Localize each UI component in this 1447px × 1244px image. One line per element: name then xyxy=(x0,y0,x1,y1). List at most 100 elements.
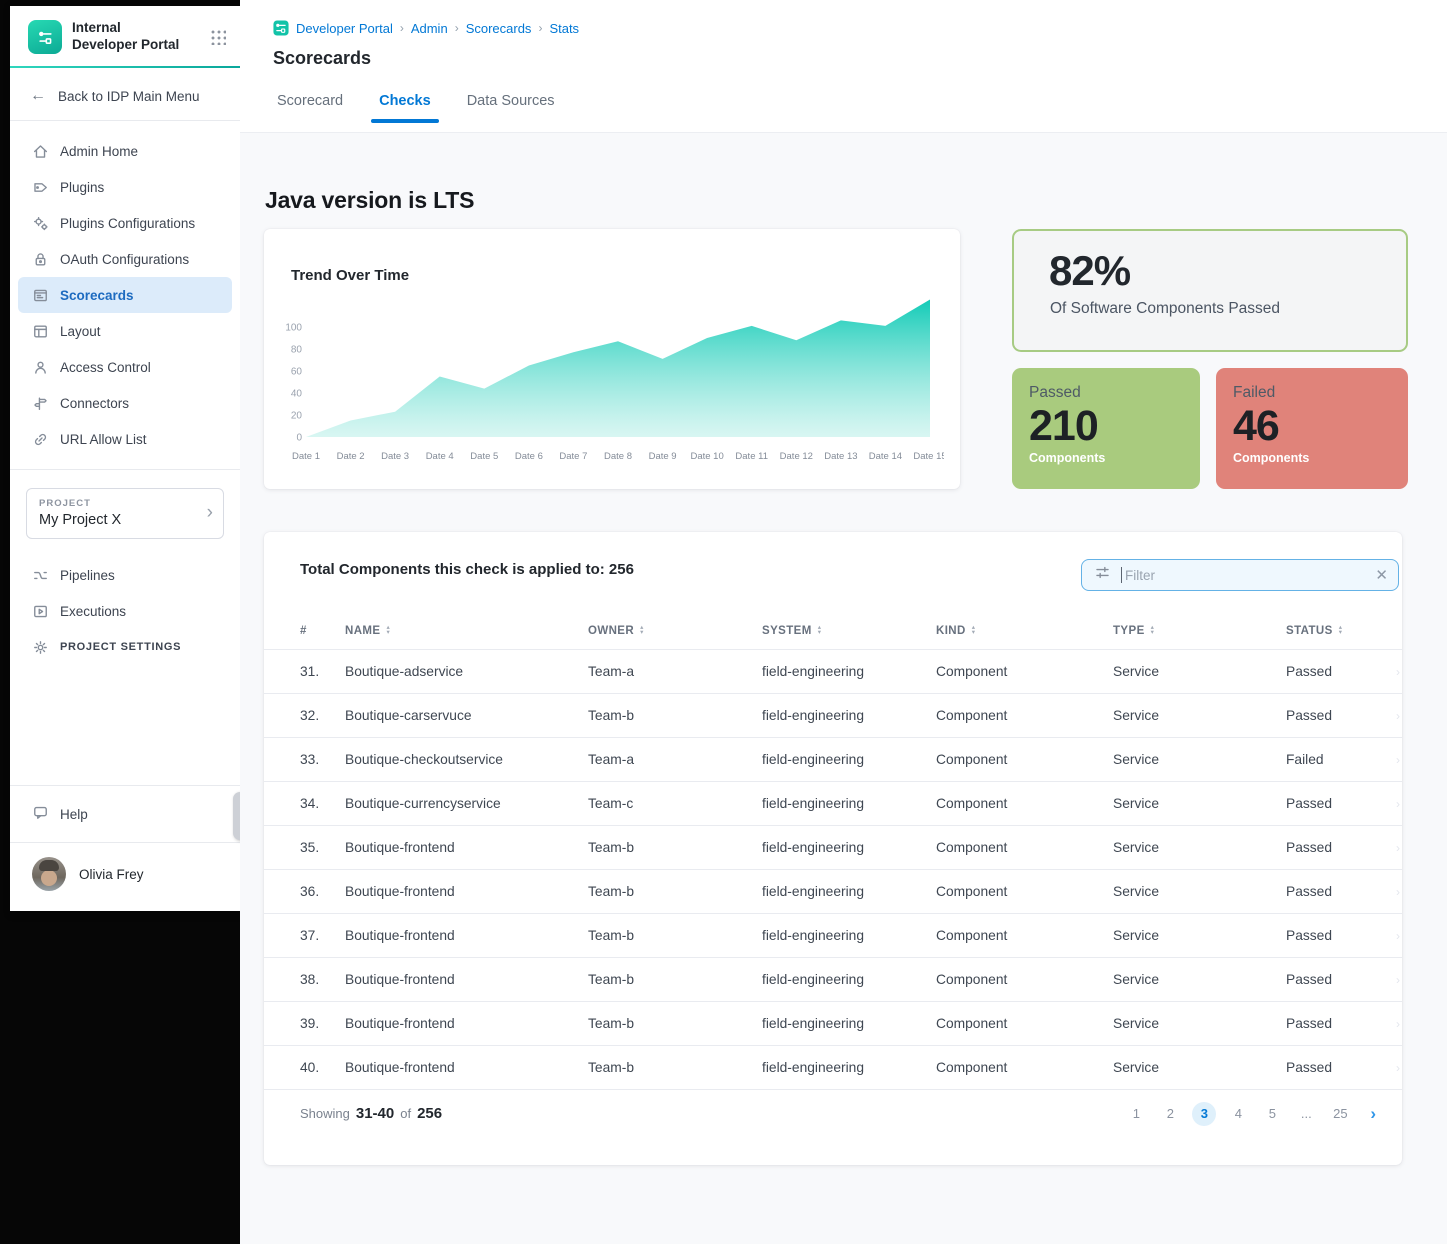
gears-icon xyxy=(32,215,49,232)
table-row[interactable]: 40.Boutique-frontendTeam-bfield-engineer… xyxy=(264,1045,1402,1089)
sidebar-item-connectors[interactable]: Connectors xyxy=(18,385,232,421)
sidebar-item-pipelines[interactable]: Pipelines xyxy=(18,557,232,593)
lock-icon xyxy=(32,251,49,268)
sidebar-item-plugins[interactable]: Plugins xyxy=(18,169,232,205)
arrow-left-icon: ← xyxy=(30,88,46,104)
chevron-right-icon[interactable]: › xyxy=(1370,1104,1376,1124)
filter-input[interactable] xyxy=(1121,567,1365,583)
passed-card: Passed 210 Components xyxy=(1012,368,1200,489)
sidebar-item-plugins-configurations[interactable]: Plugins Configurations xyxy=(18,205,232,241)
sort-icon[interactable]: ▴▾ xyxy=(972,626,976,635)
sidebar-item-project-settings[interactable]: PROJECT SETTINGS xyxy=(18,629,232,665)
sidebar-item-label: Access Control xyxy=(60,360,151,375)
table-row[interactable]: 35.Boutique-frontendTeam-bfield-engineer… xyxy=(264,825,1402,869)
help-button[interactable]: Help xyxy=(10,786,240,842)
sidebar-item-scorecards[interactable]: Scorecards xyxy=(18,277,232,313)
tab-data-sources[interactable]: Data Sources xyxy=(467,93,555,123)
page-2[interactable]: 2 xyxy=(1158,1102,1182,1126)
sidebar-item-access-control[interactable]: Access Control xyxy=(18,349,232,385)
cell-system: field-engineering xyxy=(762,708,936,723)
chevron-right-icon: › xyxy=(1396,709,1400,723)
back-to-main-menu[interactable]: ← Back to IDP Main Menu xyxy=(10,68,240,120)
cell-kind: Component xyxy=(936,972,1113,987)
percent-passed-card: 82% Of Software Components Passed xyxy=(1012,229,1408,352)
table-row[interactable]: 33.Boutique-checkoutserviceTeam-afield-e… xyxy=(264,737,1402,781)
sidebar-item-executions[interactable]: Executions xyxy=(18,593,232,629)
check-heading: Java version is LTS xyxy=(265,187,474,214)
cell-kind: Component xyxy=(936,708,1113,723)
tab-scorecard[interactable]: Scorecard xyxy=(277,93,343,123)
table-row[interactable]: 39.Boutique-frontendTeam-bfield-engineer… xyxy=(264,1001,1402,1045)
column-header-owner[interactable]: OWNER▴▾ xyxy=(588,625,762,637)
table-row[interactable]: 37.Boutique-frontendTeam-bfield-engineer… xyxy=(264,913,1402,957)
chat-icon xyxy=(32,804,49,824)
table-row[interactable]: 36.Boutique-frontendTeam-bfield-engineer… xyxy=(264,869,1402,913)
cell-num: 35. xyxy=(300,840,345,855)
table-row[interactable]: 31.Boutique-adserviceTeam-afield-enginee… xyxy=(264,649,1402,693)
sliders-icon[interactable] xyxy=(1094,564,1111,586)
column-header-status[interactable]: STATUS ▴▾ xyxy=(1286,625,1382,637)
page-4[interactable]: 4 xyxy=(1226,1102,1250,1126)
sidebar-item-label: Layout xyxy=(60,324,101,339)
page-25[interactable]: 25 xyxy=(1328,1102,1352,1126)
cell-status: Passed xyxy=(1286,664,1382,679)
cell-kind: Component xyxy=(936,796,1113,811)
cell-system: field-engineering xyxy=(762,664,936,679)
table-row[interactable]: 34.Boutique-currencyserviceTeam-cfield-e… xyxy=(264,781,1402,825)
showing-range: 31-40 xyxy=(356,1105,394,1122)
passed-label: Passed xyxy=(1029,384,1200,402)
grid-icon[interactable] xyxy=(210,29,226,45)
column-header-type[interactable]: TYPE▴▾ xyxy=(1113,625,1286,637)
sort-icon[interactable]: ▴▾ xyxy=(386,626,390,635)
project-selector[interactable]: PROJECT My Project X › xyxy=(26,488,224,539)
cell-owner: Team-a xyxy=(588,752,762,767)
svg-text:Date 13: Date 13 xyxy=(824,451,857,462)
cell-name: Boutique-currencyservice xyxy=(345,796,588,811)
chevron-right-icon: › xyxy=(1396,1061,1400,1075)
cell-status: Passed xyxy=(1286,884,1382,899)
breadcrumb-link-scorecards[interactable]: Scorecards xyxy=(466,21,532,36)
cell-owner: Team-b xyxy=(588,972,762,987)
sidebar-item-layout[interactable]: Layout xyxy=(18,313,232,349)
cell-name: Boutique-frontend xyxy=(345,928,588,943)
close-icon[interactable]: ✕ xyxy=(1375,568,1388,583)
svg-text:Date 5: Date 5 xyxy=(470,451,498,462)
cell-type: Service xyxy=(1113,1016,1286,1031)
sidebar-item-oauth-configurations[interactable]: OAuth Configurations xyxy=(18,241,232,277)
percent-caption: Of Software Components Passed xyxy=(1014,295,1406,318)
scorecard-icon xyxy=(32,287,49,304)
column-header-kind[interactable]: KIND▴▾ xyxy=(936,625,1113,637)
tab-bar: Scorecard Checks Data Sources xyxy=(240,69,1447,123)
breadcrumb-link-stats[interactable]: Stats xyxy=(549,21,579,36)
table-row[interactable]: 32.Boutique-carservuceTeam-bfield-engine… xyxy=(264,693,1402,737)
cell-num: 38. xyxy=(300,972,345,987)
sidebar-item-label: Plugins xyxy=(60,180,104,195)
sidebar-item-admin-home[interactable]: Admin Home xyxy=(18,133,232,169)
sort-icon[interactable]: ▴▾ xyxy=(1339,626,1343,635)
page-3[interactable]: 3 xyxy=(1192,1102,1216,1126)
breadcrumb-separator: › xyxy=(538,21,542,35)
breadcrumb-link-developer-portal[interactable]: Developer Portal xyxy=(296,21,393,36)
table-footer: Showing 31-40 of 256 12345...25› xyxy=(264,1089,1402,1137)
breadcrumb-link-admin[interactable]: Admin xyxy=(411,21,448,36)
idp-logo-icon xyxy=(273,20,289,36)
page-1[interactable]: 1 xyxy=(1124,1102,1148,1126)
column-header-system[interactable]: SYSTEM▴▾ xyxy=(762,625,936,637)
column-label: # xyxy=(300,625,307,637)
tab-checks[interactable]: Checks xyxy=(379,93,431,123)
table-row[interactable]: 38.Boutique-frontendTeam-bfield-engineer… xyxy=(264,957,1402,1001)
table-header-row: # NAME▴▾OWNER▴▾SYSTEM▴▾KIND▴▾TYPE▴▾STATUS… xyxy=(264,612,1402,649)
table-body: 31.Boutique-adserviceTeam-afield-enginee… xyxy=(264,649,1402,1089)
column-header-name[interactable]: NAME▴▾ xyxy=(345,625,588,637)
sidebar-item-url-allow-list[interactable]: URL Allow List xyxy=(18,421,232,457)
sort-icon[interactable]: ▴▾ xyxy=(818,626,822,635)
page-5[interactable]: 5 xyxy=(1260,1102,1284,1126)
user-menu[interactable]: Olivia Frey xyxy=(10,843,240,911)
cell-num: 31. xyxy=(300,664,345,679)
cell-system: field-engineering xyxy=(762,1016,936,1031)
sort-icon[interactable]: ▴▾ xyxy=(1151,626,1155,635)
sort-icon[interactable]: ▴▾ xyxy=(640,626,644,635)
column-label: STATUS xyxy=(1286,625,1333,637)
idp-logo-icon xyxy=(28,20,62,54)
failed-caption: Components xyxy=(1233,451,1408,465)
